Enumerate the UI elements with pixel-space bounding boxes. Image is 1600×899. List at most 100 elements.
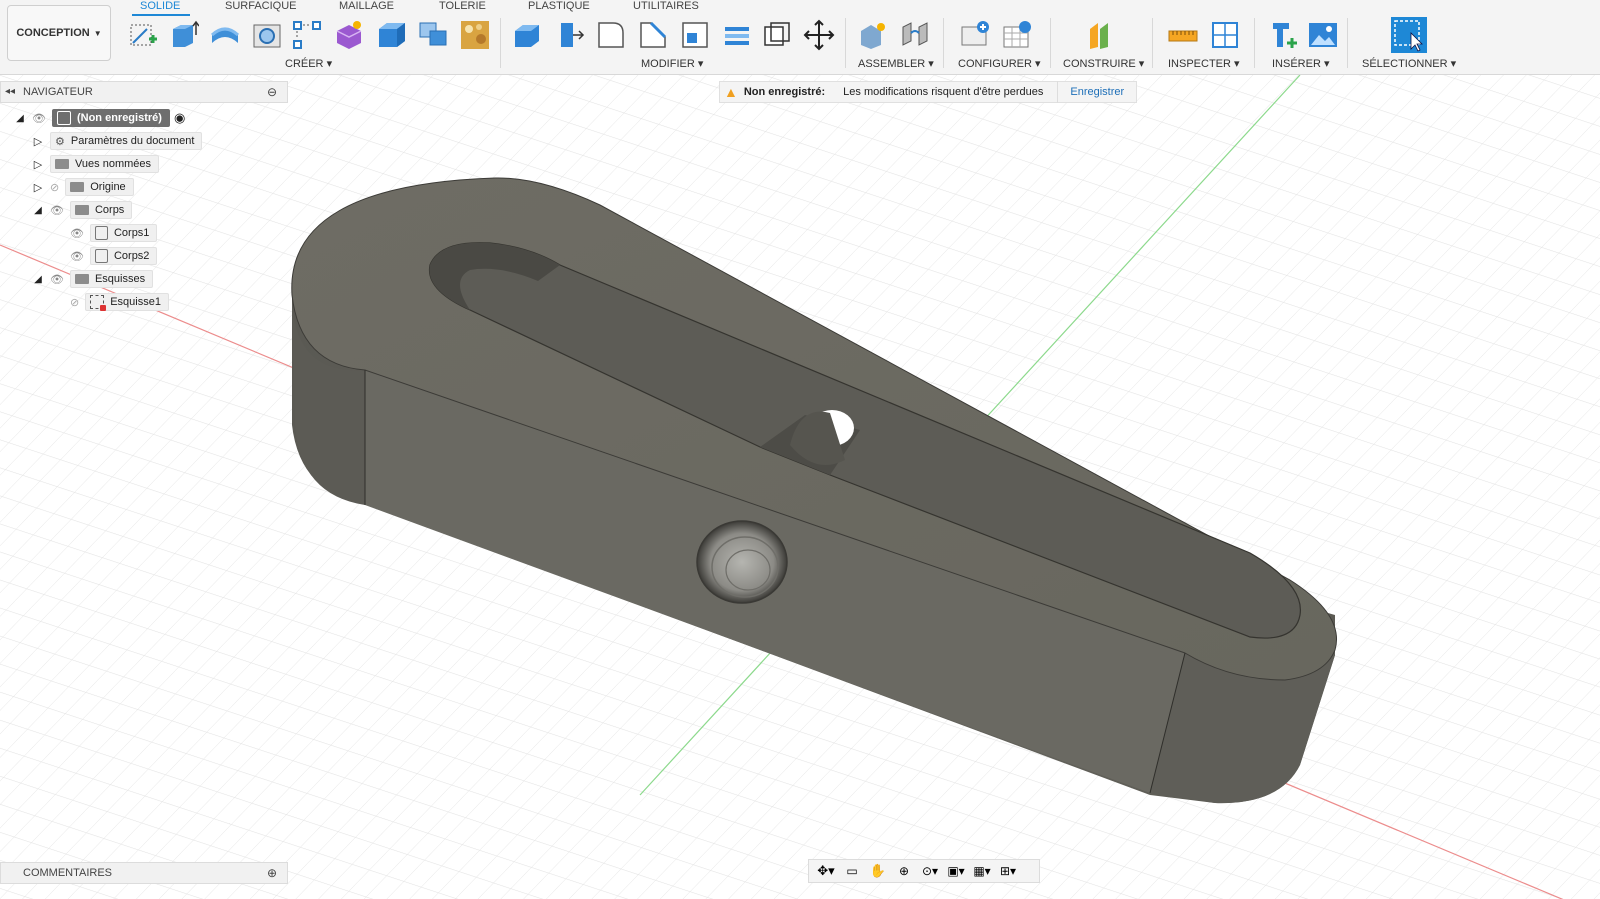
select-button[interactable] [1390,16,1428,54]
tree-row-bodies[interactable]: ◢ 👁 Corps [32,201,133,219]
body1-node[interactable]: Corps1 [89,224,158,242]
threaded-hole [696,520,788,604]
collapse-panel-icon[interactable]: ◂◂ [5,86,15,97]
tab-maillage[interactable]: MAILLAGE [339,0,394,12]
new-component-button[interactable] [856,18,890,52]
tab-tolerie[interactable]: TOLERIE [439,0,486,12]
insert-derive-button[interactable] [1266,18,1300,52]
navigation-bar: ✥▾ ▭ ✋ ⊕ ⊙▾ ▣▾ ▦▾ ⊞▾ [808,859,1040,883]
joint-button[interactable] [898,18,932,52]
grid-settings-icon[interactable]: ▦▾ [971,862,993,880]
comments-panel[interactable]: COMMENTAIRES ⊕ [0,862,288,884]
tree-row-sketches[interactable]: ◢ 👁 Esquisses [32,270,154,288]
offset-plane-button[interactable] [1085,18,1119,52]
tree-row-body2[interactable]: 👁 Corps2 [70,247,158,265]
group-construire[interactable]: CONSTRUIRE ▾ [1063,57,1144,70]
combine-button[interactable] [416,18,450,52]
zoom-icon[interactable]: ⊕ [893,862,915,880]
extrude-button[interactable] [166,18,200,52]
fit-zoom-icon[interactable]: ⊙▾ [919,862,941,880]
orbit-icon[interactable]: ✥▾ [815,862,837,880]
sketch1-node[interactable]: Esquisse1 [85,293,169,311]
tab-solide[interactable]: SOLIDE [140,0,180,12]
eye-hidden-icon[interactable]: ⊘ [50,181,59,194]
expand-triangle-icon[interactable]: ▷ [32,135,44,148]
bodies-node[interactable]: Corps [69,201,133,219]
measure-icon [1168,30,1198,42]
collapse-triangle-icon[interactable]: ◢ [32,273,44,285]
body1-label: Corps1 [113,227,150,239]
rectangular-pattern-button[interactable] [290,18,324,52]
tree-row-sketch1[interactable]: ⊘ Esquisse1 [70,293,169,311]
tab-utilitaires[interactable]: UTILITAIRES [633,0,699,12]
group-assembler-label: ASSEMBLER [858,58,926,70]
decal-button[interactable] [458,18,492,52]
combine-body-button[interactable] [760,18,794,52]
group-configurer[interactable]: CONFIGURER ▾ [958,57,1041,70]
tab-surfacique[interactable]: SURFACIQUE [225,0,297,12]
expand-triangle-icon[interactable]: ▷ [32,181,44,194]
group-inspecter[interactable]: INSPECTER ▾ [1168,57,1240,70]
pan-hand-icon[interactable]: ✋ [867,862,889,880]
expand-triangle-icon[interactable]: ◢ [14,112,26,124]
box-button[interactable] [374,18,408,52]
tree-row-document-settings[interactable]: ▷ ⚙ Paramètres du document [32,132,203,150]
create-sketch-button[interactable] [126,18,160,52]
document-settings-node[interactable]: ⚙ Paramètres du document [50,132,203,150]
fillet-button[interactable] [552,18,586,52]
tree-row-origin[interactable]: ▷ ⊘ Origine [32,178,134,196]
activate-radio-icon[interactable]: ◉ [174,110,185,126]
group-assembler[interactable]: ASSEMBLER ▾ [858,57,934,70]
chamfer-button[interactable] [594,18,628,52]
workspace-switcher[interactable]: CONCEPTION ▼ [7,5,111,61]
eye-hidden-icon[interactable]: ⊘ [70,296,79,309]
configuration-table-button[interactable] [1000,18,1034,52]
hole-button[interactable] [250,18,284,52]
group-modifier[interactable]: MODIFIER ▾ [641,57,703,70]
form-button[interactable] [332,18,366,52]
look-at-icon[interactable]: ▭ [841,862,863,880]
tree-row-body1[interactable]: 👁 Corps1 [70,224,158,242]
configure-button[interactable] [958,18,992,52]
origin-node[interactable]: Origine [65,178,134,196]
scale-button[interactable] [720,18,754,52]
decal-icon [461,21,489,49]
eye-icon[interactable]: 👁 [50,204,64,217]
warning-label: Non enregistré: [743,86,826,98]
press-pull-button[interactable] [510,18,544,52]
tree-row-document[interactable]: ◢ 👁 (Non enregistré) ◉ [14,109,185,127]
draft-button[interactable] [678,18,712,52]
group-selectionner[interactable]: SÉLECTIONNER ▾ [1362,57,1456,70]
viewports-icon[interactable]: ⊞▾ [997,862,1019,880]
group-inserer[interactable]: INSÉRER ▾ [1272,57,1329,70]
tree-row-named-views[interactable]: ▷ Vues nommées [32,155,160,173]
form-icon [336,21,362,49]
insert-image-button[interactable] [1306,18,1340,52]
document-node[interactable]: (Non enregistré) [51,109,170,127]
sketches-node[interactable]: Esquisses [69,270,154,288]
box-icon [379,23,405,47]
body2-node[interactable]: Corps2 [89,247,158,265]
eye-icon[interactable]: 👁 [50,273,64,286]
measure-button[interactable] [1166,18,1200,52]
save-link[interactable]: Enregistrer [1057,81,1136,103]
expand-triangle-icon[interactable]: ▷ [32,158,44,171]
display-settings-icon[interactable]: ▣▾ [945,862,967,880]
add-comment-icon[interactable]: ⊕ [267,866,277,880]
move-copy-button[interactable] [802,18,836,52]
named-views-node[interactable]: Vues nommées [50,155,160,173]
collapse-triangle-icon[interactable]: ◢ [32,204,44,216]
group-creer-label: CRÉER [285,58,324,70]
eye-icon[interactable]: 👁 [70,250,84,263]
group-creer[interactable]: CRÉER ▾ [285,57,332,70]
tab-plastique[interactable]: PLASTIQUE [528,0,590,12]
configure-icon [961,21,989,46]
fillet-icon [561,23,585,47]
eye-icon[interactable]: 👁 [32,112,46,125]
eye-icon[interactable]: 👁 [70,227,84,240]
shell-button[interactable] [636,18,670,52]
revolve-button[interactable] [208,18,242,52]
folder-icon [70,182,85,192]
panel-menu-icon[interactable]: ⊖ [267,85,277,99]
section-analysis-button[interactable] [1208,18,1242,52]
